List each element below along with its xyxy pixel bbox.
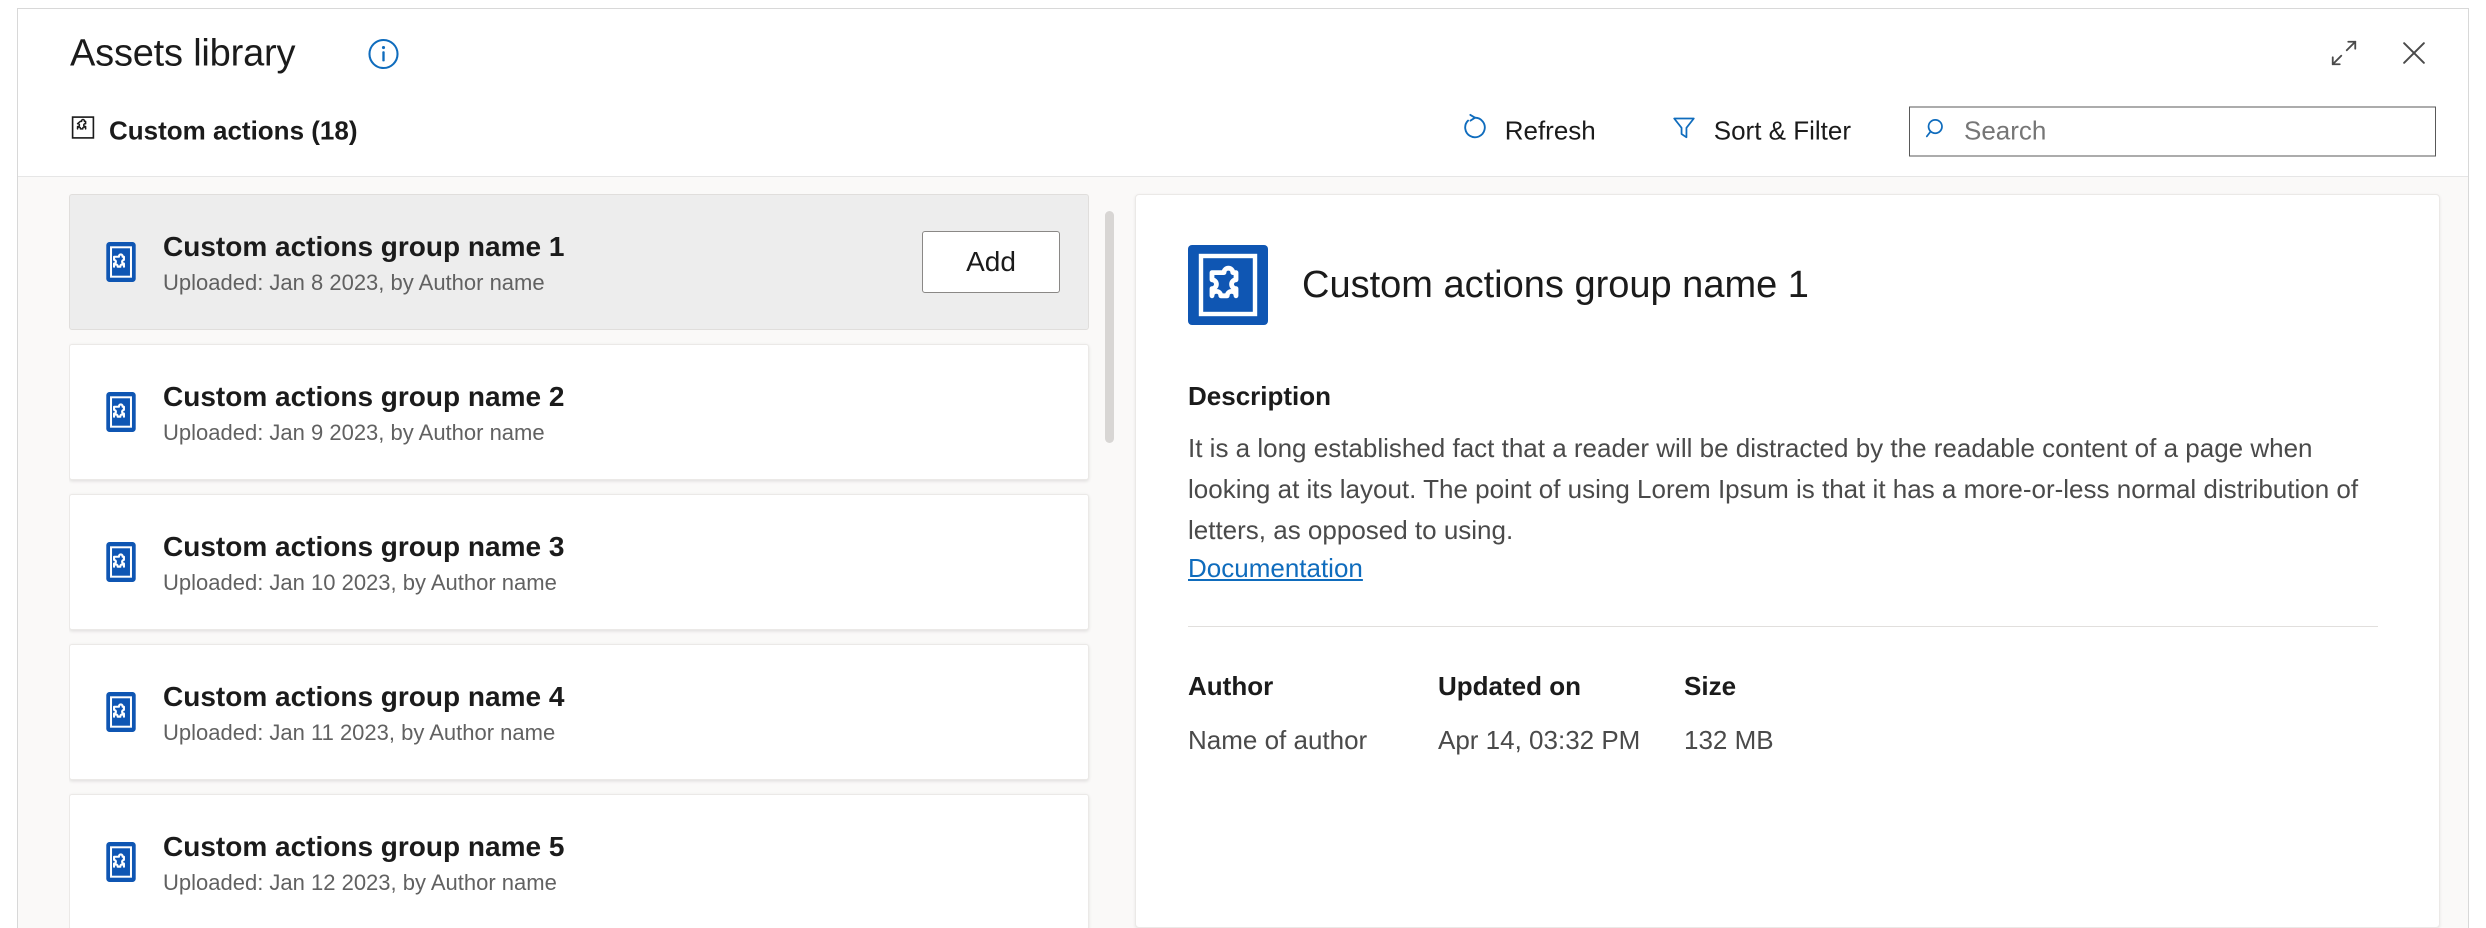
detail-title: Custom actions group name 1 [1302, 264, 1809, 307]
size-label: Size [1684, 671, 2378, 702]
collection-label: Custom actions (18) [70, 115, 358, 148]
custom-action-blue-icon [100, 241, 142, 283]
filter-funnel-icon [1670, 114, 1698, 149]
list-scrollbar[interactable] [1103, 211, 1115, 928]
custom-action-blue-icon [100, 541, 142, 583]
dialog-title-bar: Assets library [18, 9, 2468, 87]
close-button[interactable] [2392, 32, 2436, 76]
window-actions [2322, 32, 2436, 76]
asset-card-texts: Custom actions group name 3 Uploaded: Ja… [163, 529, 1060, 596]
command-bar: Custom actions (18) Refresh [18, 87, 2468, 177]
info-circle-icon[interactable] [367, 38, 400, 71]
close-x-icon [2398, 37, 2430, 72]
expand-button[interactable] [2322, 32, 2366, 76]
asset-subtitle: Uploaded: Jan 8 2023, by Author name [163, 270, 922, 296]
asset-card-texts: Custom actions group name 2 Uploaded: Ja… [163, 379, 1060, 446]
custom-action-blue-icon [100, 691, 142, 733]
sort-filter-label: Sort & Filter [1714, 116, 1851, 147]
asset-title: Custom actions group name 2 [163, 379, 1060, 414]
puzzle-square-icon [70, 115, 96, 148]
asset-list-item[interactable]: Custom actions group name 2 Uploaded: Ja… [69, 344, 1089, 480]
assets-list: Custom actions group name 1 Uploaded: Ja… [69, 194, 1133, 928]
asset-title: Custom actions group name 3 [163, 529, 1060, 564]
command-bar-actions: Refresh Sort & Filter [1443, 104, 2436, 159]
asset-card-texts: Custom actions group name 4 Uploaded: Ja… [163, 679, 1060, 746]
asset-subtitle: Uploaded: Jan 9 2023, by Author name [163, 420, 1060, 446]
search-input[interactable] [1964, 107, 2421, 155]
custom-action-blue-icon [100, 391, 142, 433]
description-text: It is a long established fact that a rea… [1188, 428, 2378, 551]
asset-list-item[interactable]: Custom actions group name 1 Uploaded: Ja… [69, 194, 1089, 330]
asset-detail-pane: Custom actions group name 1 Description … [1135, 194, 2440, 928]
search-magnifier-icon [1924, 116, 1950, 147]
expand-diagonal-icon [2329, 38, 2359, 71]
assets-list-pane: Custom actions group name 1 Uploaded: Ja… [18, 194, 1133, 928]
sort-filter-button[interactable]: Sort & Filter [1652, 104, 1869, 159]
list-scrollbar-thumb[interactable] [1105, 211, 1114, 443]
asset-subtitle: Uploaded: Jan 12 2023, by Author name [163, 870, 1060, 896]
detail-divider [1188, 626, 2378, 627]
collection-label-text: Custom actions (18) [109, 116, 358, 147]
custom-action-blue-icon [100, 841, 142, 883]
author-label: Author [1188, 671, 1438, 702]
search-box[interactable] [1909, 106, 2436, 156]
asset-subtitle: Uploaded: Jan 10 2023, by Author name [163, 570, 1060, 596]
refresh-button[interactable]: Refresh [1443, 104, 1614, 159]
documentation-link[interactable]: Documentation [1188, 553, 1363, 584]
description-heading: Description [1188, 381, 2387, 412]
assets-library-dialog: Assets library [17, 8, 2469, 928]
asset-list-item[interactable]: Custom actions group name 5 Uploaded: Ja… [69, 794, 1089, 928]
asset-subtitle: Uploaded: Jan 11 2023, by Author name [163, 720, 1060, 746]
updated-on-label: Updated on [1438, 671, 1684, 702]
page-title: Assets library [70, 33, 295, 76]
refresh-circular-arrow-icon [1461, 114, 1489, 149]
detail-header: Custom actions group name 1 [1188, 245, 2387, 325]
refresh-label: Refresh [1505, 116, 1596, 147]
asset-title: Custom actions group name 5 [163, 829, 1060, 864]
add-button[interactable]: Add [922, 231, 1060, 293]
asset-card-texts: Custom actions group name 5 Uploaded: Ja… [163, 829, 1060, 896]
custom-action-blue-icon [1188, 245, 1268, 325]
asset-card-texts: Custom actions group name 1 Uploaded: Ja… [163, 229, 922, 296]
asset-title: Custom actions group name 1 [163, 229, 922, 264]
asset-title: Custom actions group name 4 [163, 679, 1060, 714]
asset-list-item[interactable]: Custom actions group name 3 Uploaded: Ja… [69, 494, 1089, 630]
author-value: Name of author [1188, 725, 1438, 756]
dialog-body: Custom actions group name 1 Uploaded: Ja… [18, 177, 2468, 928]
updated-on-value: Apr 14, 03:32 PM [1438, 725, 1684, 756]
asset-list-item[interactable]: Custom actions group name 4 Uploaded: Ja… [69, 644, 1089, 780]
size-value: 132 MB [1684, 725, 2378, 756]
detail-metadata: Author Updated on Size Name of author Ap… [1188, 671, 2378, 756]
